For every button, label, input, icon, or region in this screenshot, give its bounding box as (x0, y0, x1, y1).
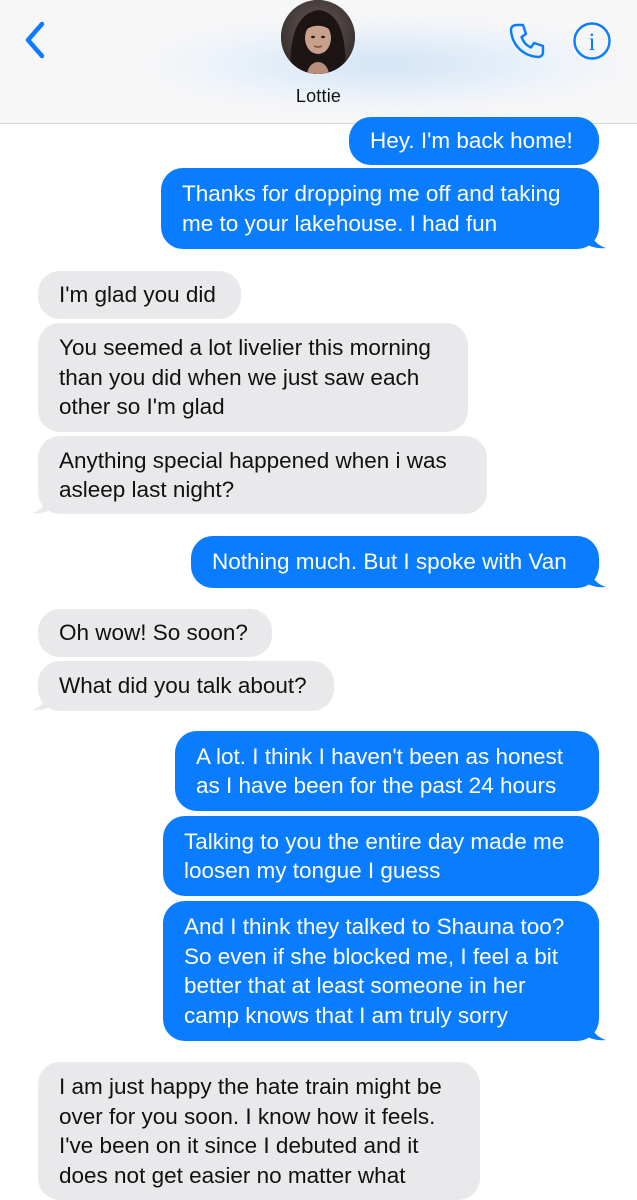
info-button[interactable]: i (572, 21, 612, 61)
contact-name[interactable]: Lottie (0, 86, 637, 107)
conversation-header: Lottie i (0, 0, 637, 124)
message-text: A lot. I think I haven't been as honest … (196, 743, 564, 799)
incoming-message-bubble[interactable]: I'm glad you did (38, 271, 241, 319)
incoming-message-bubble[interactable]: What did you talk about? (38, 661, 334, 711)
message-text: And I think they talked to Shauna too? S… (184, 914, 565, 1028)
outgoing-message-bubble[interactable]: And I think they talked to Shauna too? S… (163, 901, 599, 1041)
outgoing-message-bubble[interactable]: Thanks for dropping me off and taking me… (161, 168, 599, 249)
message-text: Talking to you the entire day made me lo… (184, 828, 565, 884)
message-text: Hey. I'm back home! (370, 128, 573, 154)
message-text: What did you talk about? (59, 673, 307, 699)
incoming-message-bubble[interactable]: Anything special happened when i was asl… (38, 436, 487, 514)
message-text: Nothing much. But I spoke with Van (212, 549, 567, 575)
incoming-message-bubble[interactable]: I am just happy the hate train might be … (38, 1062, 480, 1200)
outgoing-message-bubble[interactable]: Talking to you the entire day made me lo… (163, 816, 599, 896)
message-text: I am just happy the hate train might be … (59, 1074, 442, 1188)
chevron-left-icon (25, 21, 45, 59)
phone-icon (509, 23, 545, 59)
message-text: I'm glad you did (59, 282, 216, 308)
outgoing-message-bubble[interactable]: A lot. I think I haven't been as honest … (175, 731, 599, 811)
info-icon: i (573, 22, 611, 60)
message-text: Thanks for dropping me off and taking me… (182, 181, 561, 236)
contact-avatar[interactable] (281, 0, 355, 74)
message-text: You seemed a lot livelier this morning t… (59, 335, 431, 420)
outgoing-message-bubble[interactable]: Hey. I'm back home! (349, 117, 599, 165)
message-text: Anything special happened when i was asl… (59, 447, 447, 503)
outgoing-message-bubble[interactable]: Nothing much. But I spoke with Van (191, 536, 599, 588)
avatar-photo (281, 0, 355, 74)
message-text: Oh wow! So soon? (59, 620, 248, 646)
info-glyph: i (589, 29, 596, 56)
incoming-message-bubble[interactable]: You seemed a lot livelier this morning t… (38, 323, 468, 432)
back-button[interactable] (18, 20, 52, 60)
call-button[interactable] (506, 20, 548, 62)
incoming-message-bubble[interactable]: Oh wow! So soon? (38, 609, 272, 657)
